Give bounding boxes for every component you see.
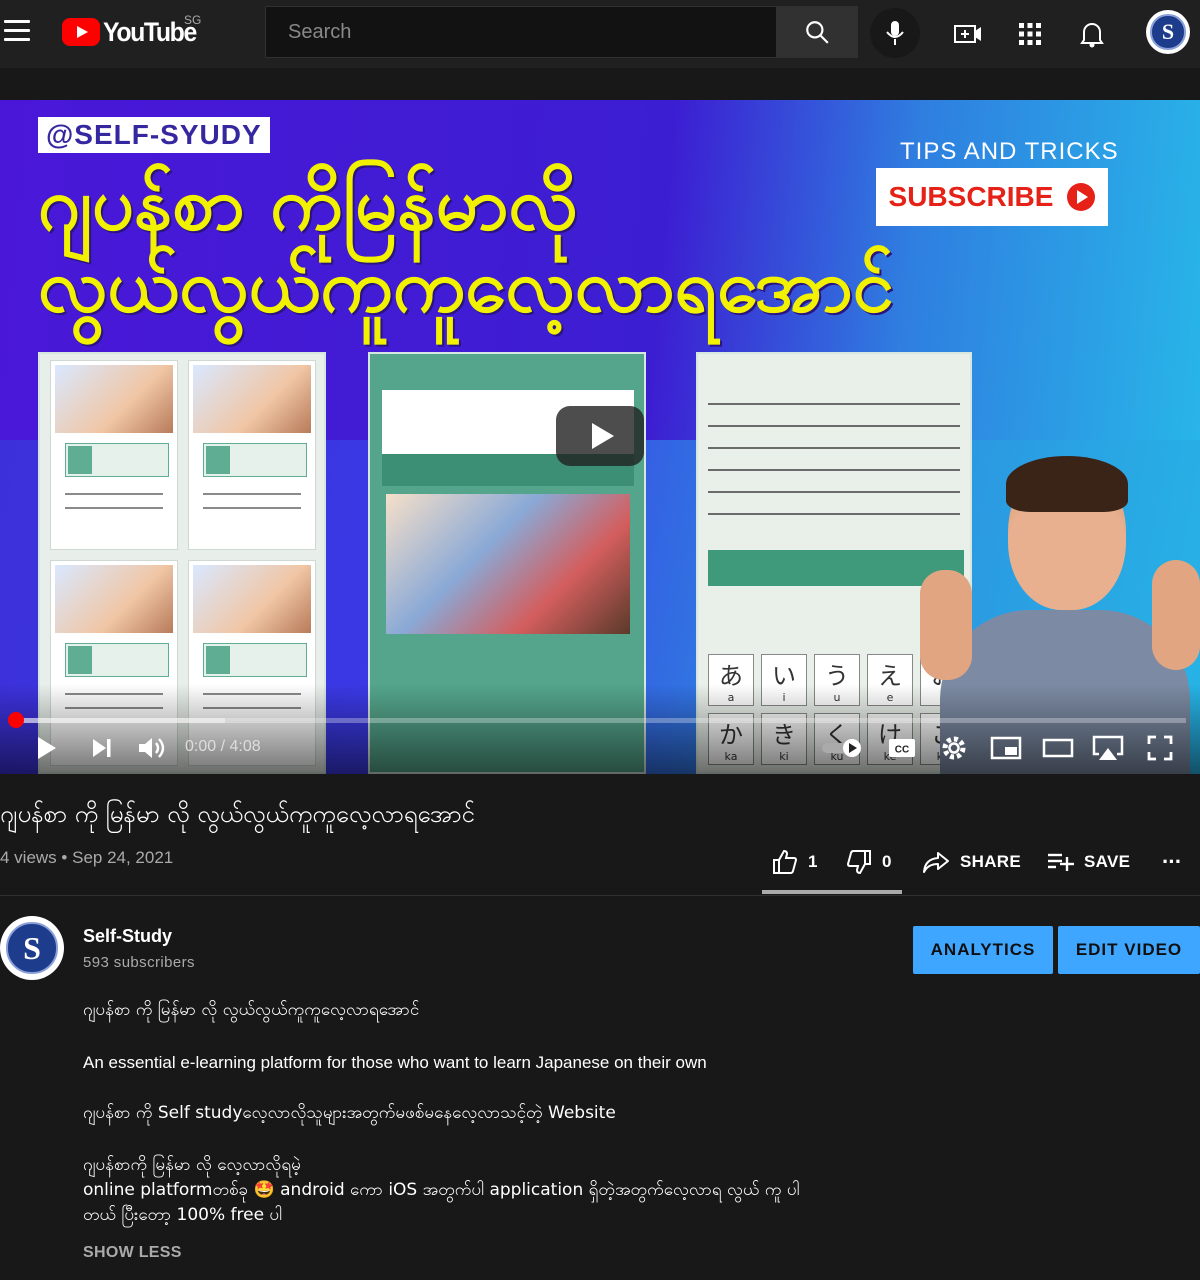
search-button[interactable] bbox=[776, 6, 858, 58]
svg-text:CC: CC bbox=[895, 745, 909, 756]
create-video-icon bbox=[954, 25, 981, 43]
show-less-button[interactable]: SHOW LESS bbox=[83, 1244, 182, 1262]
fullscreen-icon bbox=[1147, 735, 1173, 761]
share-icon bbox=[923, 852, 949, 873]
like-button[interactable]: 1 bbox=[772, 842, 818, 882]
save-button[interactable]: SAVE bbox=[1046, 842, 1130, 882]
logo-text: YouTube bbox=[103, 16, 197, 47]
share-label: SHARE bbox=[960, 852, 1022, 871]
voice-search-button[interactable] bbox=[870, 8, 920, 58]
lesson-card bbox=[188, 360, 316, 550]
description-line: ဂျပန်စာ ကို Self studyလေ့လာလိုသူများအတွက… bbox=[83, 1103, 616, 1123]
share-button[interactable]: SHARE bbox=[922, 842, 1021, 882]
volume-icon bbox=[139, 738, 165, 758]
autoplay-toggle[interactable] bbox=[816, 730, 868, 766]
more-actions-button[interactable]: ... bbox=[1162, 836, 1181, 876]
settings-button[interactable] bbox=[934, 730, 974, 766]
apps-button[interactable] bbox=[1010, 14, 1050, 54]
progress-bar[interactable] bbox=[14, 718, 1186, 723]
gear-icon bbox=[942, 736, 966, 760]
create-button[interactable] bbox=[948, 14, 988, 54]
youtube-logo[interactable]: YouTube bbox=[62, 15, 204, 49]
save-label: SAVE bbox=[1084, 852, 1131, 871]
subtitles-button[interactable]: CC bbox=[882, 730, 922, 766]
large-play-button[interactable] bbox=[556, 406, 644, 466]
divider bbox=[0, 895, 1200, 896]
thumbnail-title-line-2: လွယ်လွယ်ကူကူလေ့လာရအောင် bbox=[38, 243, 894, 329]
thumbs-up-icon bbox=[773, 849, 798, 874]
apps-grid-icon bbox=[1019, 23, 1041, 45]
thumbs-down-icon bbox=[846, 850, 871, 875]
description-line: ဂျပန်စာကို မြန်မာ လို လေ့လာလိုရမဲ့ bbox=[83, 1155, 301, 1175]
subscriber-count: 593 subscribers bbox=[83, 954, 195, 971]
cast-button[interactable] bbox=[1088, 730, 1128, 766]
masthead: YouTube SG S bbox=[0, 0, 1200, 68]
thumbnail-title-line-1: ဂျပန်စာ ကိုမြန်မာလို bbox=[38, 161, 578, 247]
time-display: 0:00 / 4:08 bbox=[185, 738, 261, 755]
account-avatar[interactable]: S bbox=[1146, 10, 1190, 54]
youtube-play-icon bbox=[62, 18, 100, 46]
video-title: ဂျပန်စာ ကို မြန်မာ လို လွယ်လွယ်ကူကူလေ့လာ… bbox=[0, 800, 475, 828]
play-circle-icon bbox=[1067, 183, 1096, 211]
miniplayer-icon bbox=[990, 736, 1022, 760]
video-meta: 4 views • Sep 24, 2021 bbox=[0, 848, 173, 868]
like-count: 1 bbox=[808, 852, 818, 871]
add-to-playlist-icon bbox=[1048, 853, 1074, 871]
closed-captions-icon: CC bbox=[889, 739, 915, 757]
thumbnail-tips-text: TIPS AND TRICKS bbox=[900, 138, 1119, 165]
theater-mode-button[interactable] bbox=[1038, 730, 1078, 766]
description-line: တယ် ပြီးတော့ 100% free ပါ bbox=[83, 1205, 283, 1225]
region-code: SG bbox=[184, 13, 202, 27]
miniplayer-button[interactable] bbox=[986, 730, 1026, 766]
loaded-bar bbox=[14, 718, 225, 723]
description-line: An essential e-learning platform for tho… bbox=[83, 1053, 707, 1072]
self-study-logo-icon: S bbox=[6, 922, 58, 974]
thumbnail-subscribe-badge: SUBSCRIBE bbox=[876, 168, 1108, 226]
play-button[interactable] bbox=[30, 730, 62, 766]
channel-name[interactable]: Self-Study bbox=[83, 926, 172, 947]
upload-date: Sep 24, 2021 bbox=[72, 848, 174, 867]
dislike-count: 0 bbox=[882, 852, 892, 871]
airplay-icon bbox=[1092, 735, 1124, 760]
analytics-button[interactable]: ANALYTICS bbox=[913, 926, 1053, 974]
theater-mode-icon bbox=[1042, 738, 1074, 758]
volume-button[interactable] bbox=[134, 730, 170, 766]
time-current: 0:00 bbox=[185, 738, 217, 755]
autoplay-toggle-icon bbox=[822, 739, 861, 757]
meta-separator: • bbox=[61, 848, 68, 867]
menu-icon[interactable] bbox=[4, 20, 30, 42]
progress-scrubber[interactable] bbox=[8, 712, 24, 728]
next-button[interactable] bbox=[86, 730, 118, 766]
time-total: 4:08 bbox=[229, 738, 261, 755]
microphone-icon bbox=[886, 21, 904, 45]
video-player[interactable]: @SELF-SYUDY ဂျပန်စာ ကိုမြန်မာလို လွယ်လွယ… bbox=[0, 100, 1200, 774]
lesson-card bbox=[50, 360, 178, 550]
edit-video-button[interactable]: EDIT VIDEO bbox=[1058, 926, 1200, 974]
next-icon bbox=[93, 739, 111, 757]
channel-avatar[interactable]: S bbox=[0, 916, 64, 980]
play-icon bbox=[38, 737, 56, 759]
notifications-button[interactable] bbox=[1072, 14, 1112, 54]
thumbnail-channel-tag: @SELF-SYUDY bbox=[38, 117, 270, 153]
search-icon bbox=[806, 21, 829, 44]
thumbnail-subscribe-text: SUBSCRIBE bbox=[888, 181, 1054, 212]
search-input[interactable] bbox=[266, 7, 776, 57]
bell-icon bbox=[1080, 23, 1104, 48]
more-actions-icon: ... bbox=[1162, 843, 1182, 868]
self-study-logo-icon: S bbox=[1150, 14, 1186, 50]
fullscreen-button[interactable] bbox=[1140, 730, 1180, 766]
description-line: online platformတစ်ခု 🤩 android ကော iOS အ… bbox=[83, 1180, 800, 1200]
view-count: 4 views bbox=[0, 848, 57, 867]
sentiment-bar bbox=[762, 890, 902, 894]
search-box bbox=[265, 6, 777, 58]
dislike-button[interactable]: 0 bbox=[846, 842, 892, 882]
description-line: ဂျပန်စာ ကို မြန်မာ လို လွယ်လွယ်ကူကူလေ့လာ… bbox=[83, 1000, 420, 1020]
lesson-illustration bbox=[386, 494, 630, 634]
